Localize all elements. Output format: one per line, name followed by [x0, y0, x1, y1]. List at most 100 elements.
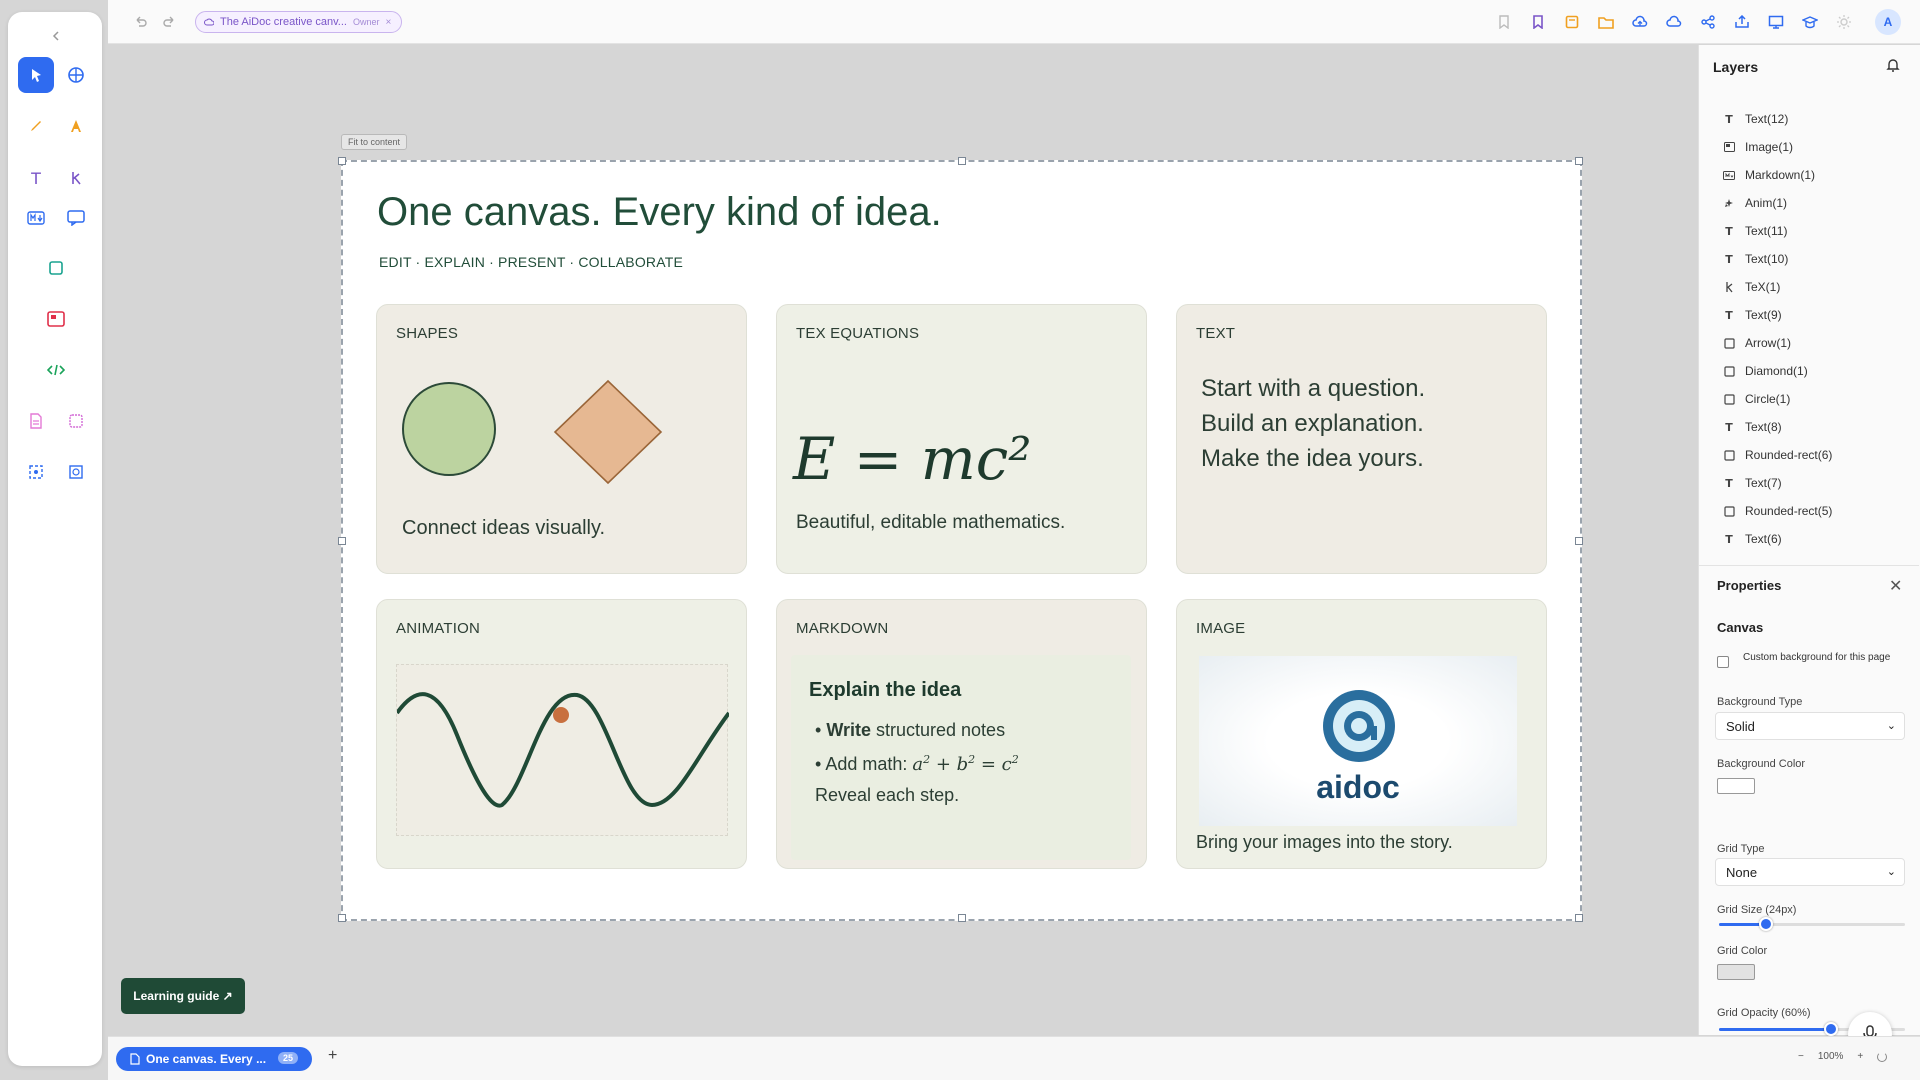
layer-item[interactable]: Rounded-rect(6)	[1699, 441, 1919, 469]
redo-icon[interactable]	[158, 10, 182, 34]
highlighter-tool-button[interactable]	[58, 108, 94, 144]
close-tab-icon[interactable]: ×	[385, 17, 391, 28]
grid-size-slider[interactable]	[1719, 917, 1905, 931]
region-tool-button[interactable]	[58, 454, 94, 490]
cloud-upload-icon[interactable]	[1628, 10, 1652, 34]
layer-label: Text(6)	[1745, 532, 1782, 546]
layer-item[interactable]: T Text(9)	[1699, 301, 1919, 329]
tex-tool-button[interactable]	[58, 160, 94, 196]
page-tab[interactable]: One canvas. Every ... 25	[116, 1047, 312, 1071]
background-type-select[interactable]: Solid ⌄	[1715, 712, 1905, 740]
layer-item[interactable]: Image(1)	[1699, 133, 1919, 161]
layer-type-icon: T	[1725, 224, 1733, 238]
markdown-tool-button[interactable]	[18, 200, 54, 236]
user-avatar[interactable]: A	[1875, 9, 1901, 35]
layer-item[interactable]: Markdown(1)	[1699, 161, 1919, 189]
text-block[interactable]: Start with a question. Build an explanat…	[1201, 371, 1425, 476]
resize-handle-nw[interactable]	[338, 157, 346, 165]
animation-card[interactable]: ANIMATION	[376, 599, 747, 869]
layer-item[interactable]: TeX(1)	[1699, 273, 1919, 301]
zoom-level[interactable]: 100%	[1818, 1051, 1844, 1062]
resize-handle-w[interactable]	[338, 537, 346, 545]
folder-icon[interactable]	[1594, 10, 1618, 34]
image-caption[interactable]: Bring your images into the story.	[1196, 832, 1453, 853]
grid-color-swatch[interactable]	[1717, 964, 1755, 980]
capture-tool-button[interactable]	[18, 454, 54, 490]
canvas-frame[interactable]: One canvas. Every kind of idea. EDIT · E…	[338, 157, 1583, 922]
close-properties-icon[interactable]: ✕	[1889, 576, 1902, 596]
zoom-out-button[interactable]: −	[1798, 1051, 1804, 1062]
shapes-caption[interactable]: Connect ideas visually.	[402, 517, 605, 540]
layer-label: Text(8)	[1745, 420, 1782, 434]
resize-handle-s[interactable]	[958, 914, 966, 922]
frame-tool-button[interactable]	[58, 403, 94, 439]
learn-icon[interactable]	[1798, 10, 1822, 34]
resize-handle-e[interactable]	[1575, 537, 1583, 545]
document-tool-button[interactable]	[18, 403, 54, 439]
layer-item[interactable]: Anim(1)	[1699, 189, 1919, 217]
rectangle-tool-button[interactable]	[38, 250, 74, 286]
layer-item[interactable]: T Text(8)	[1699, 413, 1919, 441]
present-icon[interactable]	[1764, 10, 1788, 34]
bookmark-icon[interactable]	[1526, 10, 1550, 34]
layer-item[interactable]: T Text(6)	[1699, 525, 1919, 553]
diamond-shape[interactable]	[553, 379, 665, 485]
aidoc-logo-image[interactable]: aidoc	[1199, 656, 1517, 826]
image-card[interactable]: IMAGE aidoc Bring your images into the s…	[1176, 599, 1547, 869]
text-tool-button[interactable]: T	[18, 160, 54, 196]
collapse-toolbar-icon[interactable]	[46, 26, 66, 46]
resize-handle-n[interactable]	[958, 157, 966, 165]
animation-area[interactable]	[396, 664, 729, 836]
layer-item[interactable]: T Text(7)	[1699, 469, 1919, 497]
pan-tool-button[interactable]	[58, 57, 94, 93]
undo-icon[interactable]	[128, 10, 152, 34]
layer-item[interactable]: T Text(12)	[1699, 105, 1919, 133]
layer-item[interactable]: Rounded-rect(5)	[1699, 497, 1919, 525]
background-color-swatch[interactable]	[1717, 778, 1755, 794]
save-icon[interactable]	[1560, 10, 1584, 34]
pen-tool-button[interactable]	[18, 108, 54, 144]
grid-type-select[interactable]: None ⌄	[1715, 858, 1905, 886]
layer-item[interactable]: Diamond(1)	[1699, 357, 1919, 385]
custom-background-checkbox[interactable]	[1717, 656, 1729, 668]
select-tool-button[interactable]	[18, 57, 54, 93]
bell-icon[interactable]	[1885, 57, 1901, 73]
fit-to-content-button[interactable]: Fit to content	[341, 134, 408, 150]
resize-handle-ne[interactable]	[1575, 157, 1583, 165]
text-card[interactable]: TEXT Start with a question. Build an exp…	[1176, 304, 1547, 574]
add-page-button[interactable]: +	[328, 1047, 337, 1065]
theme-toggle-icon[interactable]	[1832, 10, 1856, 34]
code-tool-button[interactable]	[38, 352, 74, 388]
tex-heading: TEX EQUATIONS	[796, 325, 920, 342]
circle-shape[interactable]	[401, 381, 501, 481]
document-tab[interactable]: The AiDoc creative canv... Owner ×	[195, 11, 403, 33]
markdown-card[interactable]: MARKDOWN Explain the idea • Write struct…	[776, 599, 1147, 869]
resize-handle-se[interactable]	[1575, 914, 1583, 922]
shapes-card[interactable]: SHAPES Connect ideas visually.	[376, 304, 747, 574]
layer-item[interactable]: T Text(10)	[1699, 245, 1919, 273]
export-icon[interactable]	[1730, 10, 1754, 34]
layer-item[interactable]: Circle(1)	[1699, 385, 1919, 413]
bookmark-outline-icon[interactable]	[1492, 10, 1516, 34]
markdown-content[interactable]: Explain the idea • Write structured note…	[791, 655, 1131, 860]
tex-card[interactable]: TEX EQUATIONS E = mc² Beautiful, editabl…	[776, 304, 1147, 574]
shapes-heading: SHAPES	[396, 325, 459, 342]
learning-guide-button[interactable]: Learning guide ↗	[121, 978, 245, 1014]
layer-item[interactable]: T Text(11)	[1699, 217, 1919, 245]
grid-opacity-knob[interactable]	[1823, 1022, 1838, 1036]
document-title: The AiDoc creative canv...	[220, 16, 347, 28]
layer-label: Rounded-rect(6)	[1745, 448, 1833, 462]
share-icon[interactable]	[1696, 10, 1720, 34]
layer-item[interactable]: Arrow(1)	[1699, 329, 1919, 357]
resize-handle-sw[interactable]	[338, 914, 346, 922]
canvas-title[interactable]: One canvas. Every kind of idea.	[377, 190, 942, 235]
cloud-sync-icon[interactable]	[1662, 10, 1686, 34]
grid-size-knob[interactable]	[1758, 917, 1773, 931]
zoom-in-button[interactable]: +	[1857, 1051, 1863, 1062]
layer-type-icon	[1723, 337, 1735, 349]
canvas-subtitle[interactable]: EDIT · EXPLAIN · PRESENT · COLLABORATE	[379, 254, 683, 270]
comment-tool-button[interactable]	[58, 200, 94, 236]
image-tool-button[interactable]	[38, 301, 74, 337]
tex-equation[interactable]: E = mc²	[793, 425, 1032, 493]
tex-caption[interactable]: Beautiful, editable mathematics.	[796, 512, 1065, 534]
